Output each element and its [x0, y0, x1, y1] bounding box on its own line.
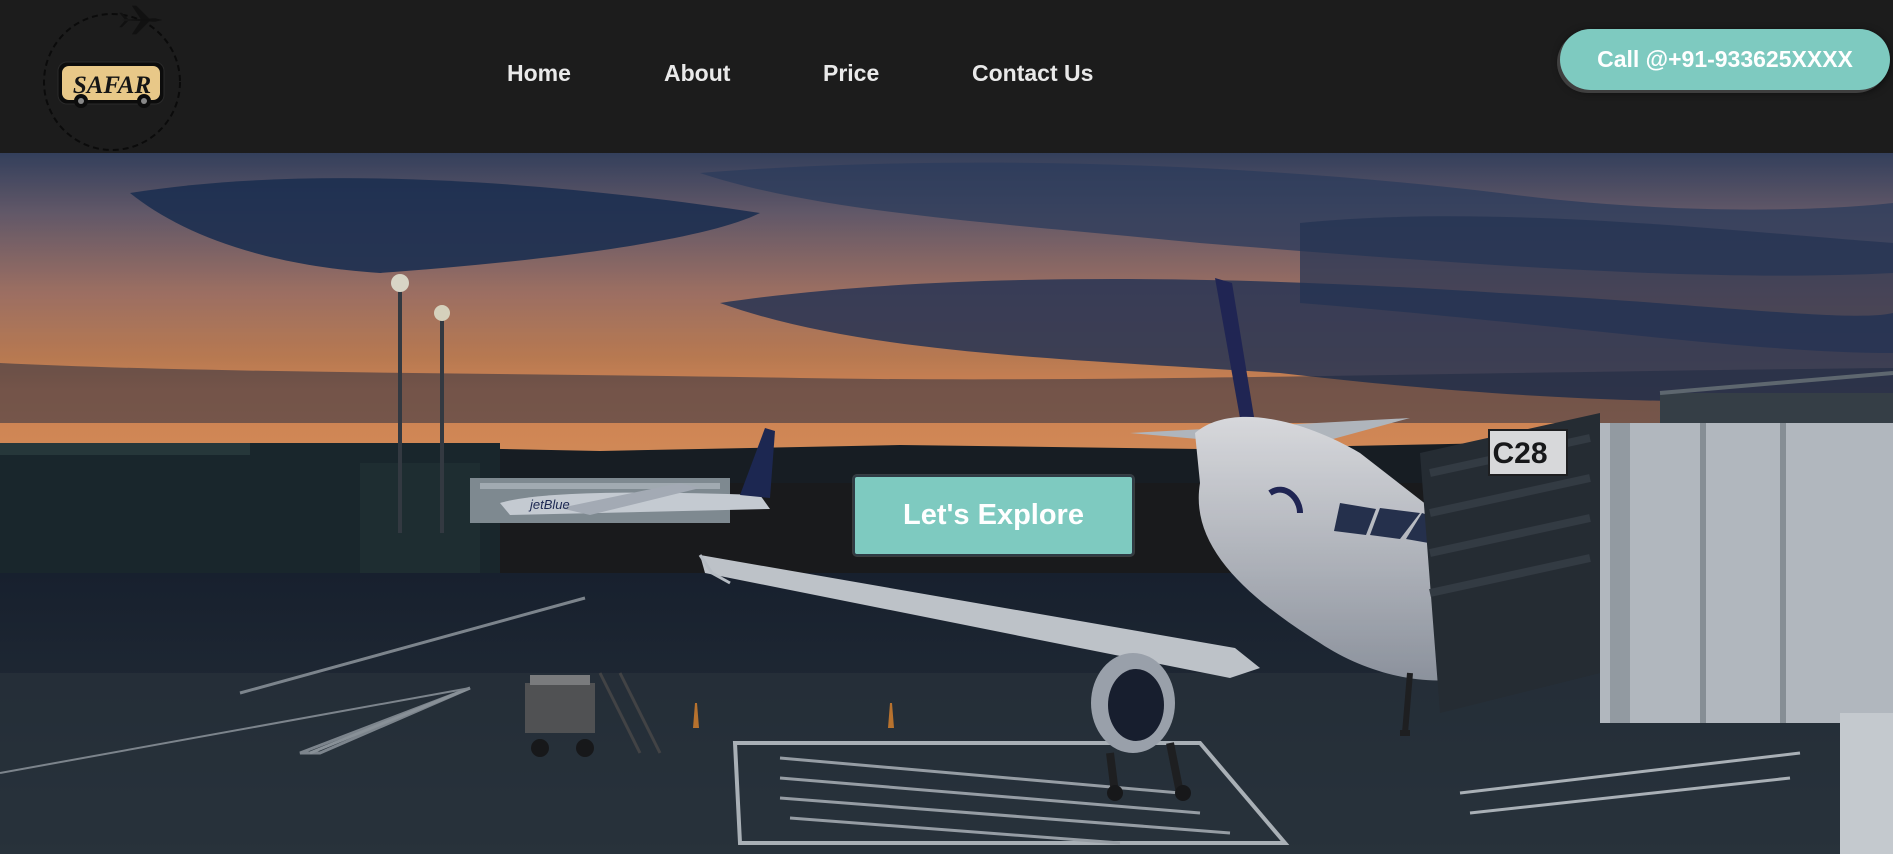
nav-link-about[interactable]: About — [664, 60, 730, 87]
call-button[interactable]: Call @+91-933625XXXX — [1560, 29, 1890, 90]
nav-link-contact[interactable]: Contact Us — [972, 60, 1093, 87]
airplane-icon — [119, 5, 163, 35]
nav-link-price[interactable]: Price — [823, 60, 879, 87]
explore-button[interactable]: Let's Explore — [853, 475, 1134, 556]
svg-text:SAFAR: SAFAR — [73, 72, 151, 99]
navbar: SAFAR Home About Price Contact Us Call @… — [0, 0, 1893, 153]
brand-logo[interactable]: SAFAR — [36, 4, 196, 152]
logo-graphic: SAFAR — [43, 5, 181, 151]
nav-link-home[interactable]: Home — [507, 60, 571, 87]
